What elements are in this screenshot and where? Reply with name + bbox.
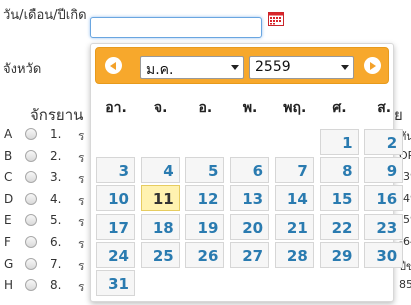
option-text: ร [78, 215, 85, 230]
year-select-value: 2559 [255, 59, 291, 75]
day-cell[interactable]: 29 [319, 241, 359, 268]
day-cell[interactable]: 21 [274, 213, 314, 240]
day-cell[interactable]: 3 [96, 157, 135, 184]
day-cell[interactable]: 24 [96, 241, 135, 268]
option-letter: F [4, 235, 11, 249]
day-cell[interactable]: 15 [319, 185, 359, 212]
birth-date-input[interactable] [90, 17, 262, 38]
weekday-label: อา. [105, 100, 127, 116]
day-cell[interactable]: 1 [319, 129, 359, 155]
weekday-label: จ. [153, 100, 168, 116]
day-cell[interactable]: 2 [364, 129, 404, 155]
day-cell[interactable]: 6 [230, 157, 270, 184]
option-number: 2. [50, 148, 62, 163]
option-letter: D [4, 191, 14, 206]
day-cell[interactable]: 22 [319, 213, 359, 240]
option-text: ร [78, 172, 85, 187]
day-cell[interactable]: 31 [96, 270, 135, 296]
option-radio[interactable] [25, 171, 37, 184]
option-text: ร [78, 129, 85, 143]
day-cell[interactable]: 30 [364, 241, 404, 268]
option-text: ร [78, 237, 85, 251]
option-number: 8. [50, 278, 62, 293]
option-radio[interactable] [25, 236, 37, 248]
day-cell[interactable]: 8 [319, 157, 359, 184]
weekday-label: พ. [242, 100, 258, 116]
year-select[interactable]: 2559 [249, 56, 354, 79]
day-cell[interactable]: 13 [230, 185, 270, 212]
day-cell[interactable]: 7 [274, 157, 314, 184]
option-radio[interactable] [25, 128, 37, 140]
dob-label: วัน/เดือน/ปีเกิด [3, 8, 87, 23]
option-text: ร [78, 280, 85, 295]
option-radio[interactable] [25, 149, 37, 162]
option-letter: G [4, 256, 14, 271]
day-cell[interactable]: 20 [230, 213, 270, 240]
day-cell[interactable]: 16 [364, 185, 404, 212]
day-cell[interactable]: 23 [364, 213, 404, 240]
weekday-label: ส. [377, 100, 392, 116]
day-cell[interactable]: 14 [274, 185, 314, 212]
option-text: ร [78, 150, 85, 165]
weekday-label: พฤ. [283, 100, 307, 116]
option-letter: E [4, 213, 12, 228]
next-month-icon[interactable] [364, 57, 381, 74]
day-cell[interactable]: 4 [140, 157, 180, 184]
option-number: 5. [50, 213, 62, 228]
option-radio[interactable] [25, 279, 37, 292]
option-letter: H [4, 278, 14, 293]
day-cell[interactable]: 5 [185, 157, 225, 184]
weekday-label: อ. [198, 100, 213, 116]
weekday-label: ศ. [332, 100, 347, 116]
month-select-value: ม.ค. [146, 62, 174, 78]
option-letter: C [4, 170, 13, 185]
option-radio[interactable] [25, 257, 37, 270]
option-radio[interactable] [25, 192, 37, 205]
option-number: 3. [50, 170, 62, 185]
day-cell[interactable]: 10 [96, 185, 135, 212]
option-number: 1. [50, 127, 62, 141]
datepicker-header: ม.ค. 2559 [95, 47, 389, 84]
option-letter: B [4, 148, 13, 163]
day-cell[interactable]: 18 [140, 213, 180, 240]
day-cell[interactable]: 28 [274, 241, 314, 268]
day-cell[interactable]: 12 [185, 185, 225, 212]
option-text: ร [78, 258, 85, 273]
day-cell[interactable]: 19 [185, 213, 225, 240]
option-number: 7. [50, 256, 62, 271]
month-select[interactable]: ม.ค. [140, 56, 244, 79]
calendar-icon[interactable] [268, 11, 284, 26]
prev-month-icon[interactable] [105, 57, 122, 74]
option-radio[interactable] [25, 214, 37, 227]
day-cell[interactable]: 27 [230, 241, 270, 268]
option-letter: A [4, 127, 13, 141]
day-cell-today[interactable]: 11 [140, 185, 180, 212]
day-cell[interactable]: 9 [364, 157, 404, 184]
option-number: 6. [50, 235, 62, 249]
chevron-down-icon [231, 65, 239, 70]
day-cell[interactable]: 25 [140, 241, 180, 268]
chevron-down-icon [341, 65, 349, 70]
option-text-right: 85 [399, 278, 411, 292]
datepicker-popup: ม.ค. 2559 อา. จ. อ. พ. พฤ. ศ. ส. 1 2 3 4 5 6 7 8 9 10 11… [90, 43, 404, 302]
option-number: 4. [50, 191, 62, 206]
section-heading: จักรยาน [30, 106, 84, 124]
province-label: จังหวัด [3, 62, 42, 77]
day-cell[interactable]: 26 [185, 241, 225, 268]
option-text: ร [78, 193, 85, 208]
day-cell[interactable]: 17 [96, 213, 135, 240]
